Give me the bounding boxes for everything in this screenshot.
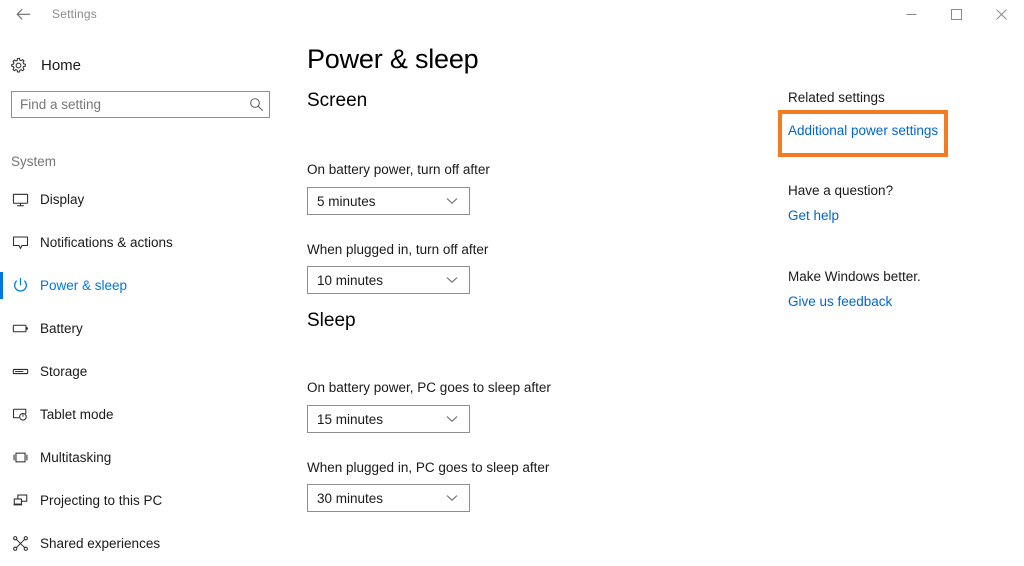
shared-experiences-icon: [0, 535, 40, 552]
close-icon: [996, 8, 1007, 20]
field-label-battery-sleep: On battery power, PC goes to sleep after: [307, 380, 551, 395]
sidebar-item-tablet-mode[interactable]: Tablet mode: [0, 393, 290, 436]
page-title: Power & sleep: [307, 44, 479, 74]
notification-bubble-icon: [0, 234, 40, 251]
minimize-icon: [906, 9, 917, 20]
back-arrow-icon: [15, 8, 31, 21]
search-input[interactable]: [12, 92, 243, 117]
power-icon: [0, 277, 40, 294]
sidebar-item-label: Storage: [40, 364, 88, 379]
back-button[interactable]: [0, 0, 46, 28]
sidebar-item-notifications-actions[interactable]: Notifications & actions: [0, 221, 290, 264]
dropdown-plugged-screen-off[interactable]: 10 minutes: [307, 266, 470, 294]
sidebar-item-label: Notifications & actions: [40, 235, 173, 250]
sidebar-item-shared-experiences[interactable]: Shared experiences: [0, 522, 290, 565]
storage-drive-icon: [0, 363, 40, 380]
related-settings-panel: Related settings Additional power settin…: [770, 28, 1024, 566]
chevron-down-icon: [446, 415, 469, 423]
sidebar-item-display[interactable]: Display: [0, 178, 290, 221]
sidebar-group-title: System: [11, 154, 57, 169]
field-label-battery-screen-off: On battery power, turn off after: [307, 162, 490, 177]
gear-icon: [0, 57, 36, 74]
dropdown-battery-sleep[interactable]: 15 minutes: [307, 405, 470, 433]
sidebar-item-label: Shared experiences: [40, 536, 161, 551]
dropdown-value: 5 minutes: [317, 193, 376, 209]
window-title: Settings: [52, 7, 97, 21]
selection-indicator: [0, 272, 3, 299]
maximize-button[interactable]: [934, 0, 979, 28]
tablet-touch-icon: [0, 406, 40, 423]
sidebar-item-power-sleep[interactable]: Power & sleep: [0, 264, 290, 307]
dropdown-value: 15 minutes: [317, 411, 384, 427]
monitor-icon: [0, 191, 40, 208]
sidebar-item-home[interactable]: Home: [0, 50, 276, 80]
home-label: Home: [41, 56, 82, 74]
have-a-question-heading: Have a question?: [788, 183, 894, 198]
chevron-down-icon: [446, 276, 469, 284]
title-bar: Settings: [0, 0, 1024, 28]
close-button[interactable]: [979, 0, 1024, 28]
maximize-icon: [951, 8, 962, 20]
sidebar-nav-list: Display Notifications & actions Power & …: [0, 178, 290, 565]
sidebar-item-storage[interactable]: Storage: [0, 350, 290, 393]
field-label-plugged-sleep: When plugged in, PC goes to sleep after: [307, 460, 550, 475]
search-box[interactable]: [11, 91, 270, 118]
give-us-feedback-link[interactable]: Give us feedback: [788, 294, 892, 309]
sidebar: Home System Display: [0, 28, 290, 566]
get-help-link[interactable]: Get help: [788, 208, 839, 223]
additional-power-settings-link[interactable]: Additional power settings: [788, 123, 938, 138]
sidebar-item-label: Multitasking: [40, 450, 112, 465]
search-icon[interactable]: [243, 97, 269, 112]
sidebar-item-multitasking[interactable]: Multitasking: [0, 436, 290, 479]
dropdown-value: 30 minutes: [317, 490, 384, 506]
chevron-down-icon: [446, 197, 469, 205]
window-controls: [889, 0, 1024, 28]
field-label-plugged-screen-off: When plugged in, turn off after: [307, 242, 489, 257]
multitasking-icon: [0, 449, 40, 466]
dropdown-battery-screen-off[interactable]: 5 minutes: [307, 187, 470, 215]
chevron-down-icon: [446, 494, 469, 502]
make-windows-better-heading: Make Windows better.: [788, 269, 921, 284]
sidebar-item-label: Display: [40, 192, 85, 207]
related-settings-heading: Related settings: [788, 90, 885, 105]
sidebar-item-projecting-to-this-pc[interactable]: Projecting to this PC: [0, 479, 290, 522]
main-content: Power & sleep Screen On battery power, t…: [290, 28, 770, 566]
section-heading-screen: Screen: [307, 90, 368, 111]
dropdown-plugged-sleep[interactable]: 30 minutes: [307, 484, 470, 512]
sidebar-item-label: Power & sleep: [40, 278, 128, 293]
battery-icon: [0, 320, 40, 337]
sidebar-item-label: Battery: [40, 321, 83, 336]
sidebar-item-label: Projecting to this PC: [40, 493, 163, 508]
dropdown-value: 10 minutes: [317, 272, 384, 288]
projecting-icon: [0, 492, 40, 509]
sidebar-item-battery[interactable]: Battery: [0, 307, 290, 350]
minimize-button[interactable]: [889, 0, 934, 28]
section-heading-sleep: Sleep: [307, 310, 356, 331]
sidebar-item-label: Tablet mode: [40, 407, 114, 422]
